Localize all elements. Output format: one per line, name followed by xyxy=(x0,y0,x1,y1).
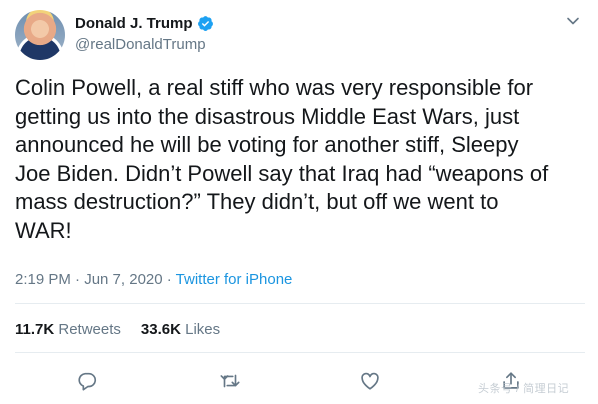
handle[interactable]: @realDonaldTrump xyxy=(75,36,214,53)
likes-label: Likes xyxy=(185,321,221,338)
divider xyxy=(15,303,585,304)
watermark: 头条号 / 简理日记 xyxy=(478,383,570,395)
tweet-source[interactable]: Twitter for iPhone xyxy=(176,271,293,288)
tweet-header: Donald J. Trump @realDonaldTrump xyxy=(15,10,585,62)
avatar[interactable] xyxy=(15,10,65,60)
tweet-stats: 11.7K Retweets 33.6K Likes xyxy=(15,321,220,338)
heart-icon[interactable] xyxy=(359,370,381,392)
retweet-icon[interactable] xyxy=(219,370,241,392)
likes-stat[interactable]: 33.6K Likes xyxy=(141,321,220,338)
tweet-card: Donald J. Trump @realDonaldTrump Colin P… xyxy=(0,0,598,404)
display-name[interactable]: Donald J. Trump xyxy=(75,15,193,32)
chevron-down-icon[interactable] xyxy=(566,14,580,28)
tweet-meta: 2:19 PM · Jun 7, 2020 · Twitter for iPho… xyxy=(15,271,292,288)
reply-icon[interactable] xyxy=(76,370,98,392)
tweet-text: Colin Powell, a real stiff who was very … xyxy=(15,75,549,243)
divider xyxy=(15,352,585,353)
likes-count: 33.6K xyxy=(140,321,181,338)
retweets-count: 11.7K xyxy=(15,321,55,338)
retweets-stat[interactable]: 11.7K Retweets xyxy=(15,321,121,338)
name-row: Donald J. Trump xyxy=(75,13,214,33)
retweets-label: Retweets xyxy=(58,321,121,338)
author-info: Donald J. Trump @realDonaldTrump xyxy=(75,13,214,53)
tweet-time[interactable]: 2:19 PM · Jun 7, 2020 · xyxy=(15,271,176,288)
verified-badge-icon xyxy=(197,15,214,32)
